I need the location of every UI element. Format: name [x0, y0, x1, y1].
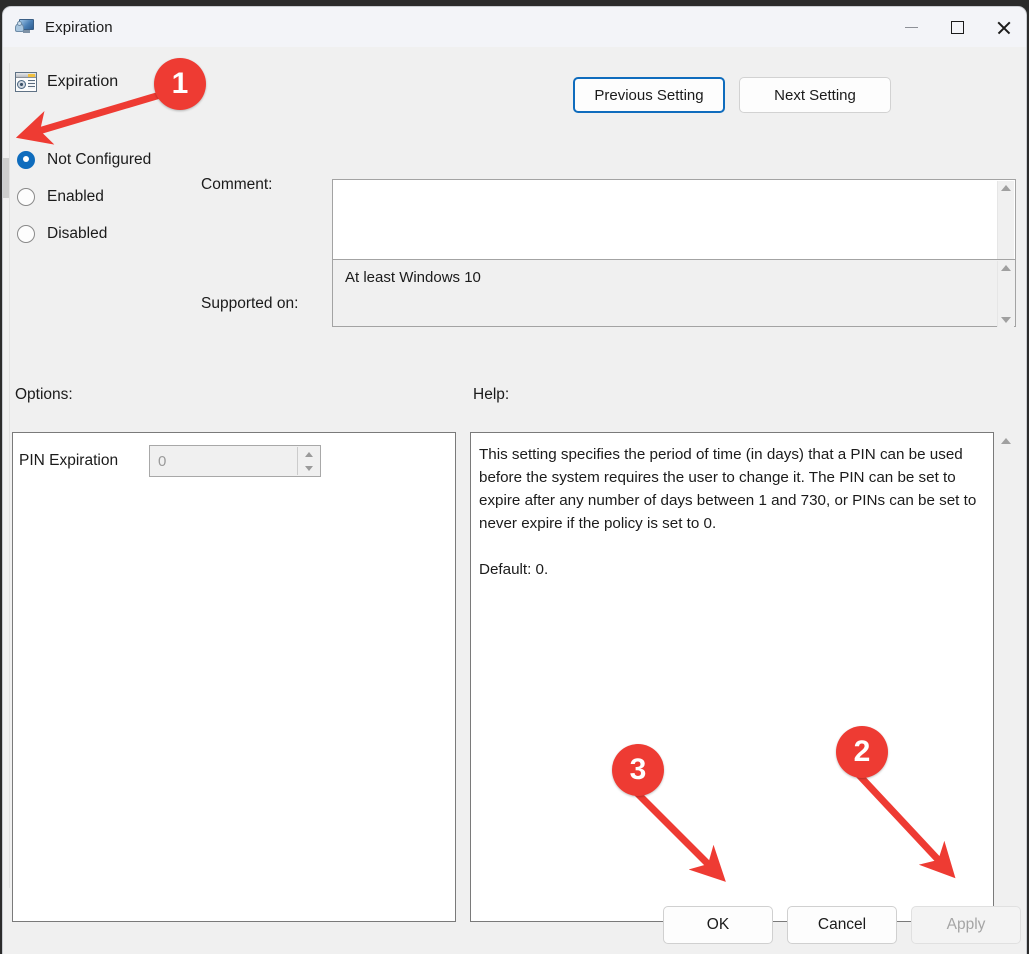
left-scrollbar-thumb[interactable] — [3, 158, 9, 198]
options-label: Options: — [15, 386, 73, 403]
window-title: Expiration — [45, 18, 113, 36]
cancel-button[interactable]: Cancel — [787, 906, 897, 944]
scroll-up-icon[interactable] — [1001, 185, 1011, 191]
radio-disabled-label: Disabled — [47, 224, 108, 242]
annotation-marker-3: 3 — [612, 744, 664, 796]
maximize-icon — [950, 20, 964, 34]
title-bar[interactable]: Expiration — [3, 7, 1026, 47]
scroll-down-icon[interactable] — [1001, 317, 1011, 323]
help-panel: This setting specifies the period of tim… — [470, 432, 994, 922]
radio-disabled-mark — [17, 224, 35, 243]
minimize-button[interactable] — [888, 7, 934, 47]
stepper-up-icon[interactable] — [304, 451, 313, 457]
stepper-down-icon[interactable] — [304, 465, 313, 471]
setting-navigation: Previous Setting Next Setting — [573, 77, 891, 113]
help-text: This setting specifies the period of tim… — [479, 446, 977, 579]
close-icon — [996, 20, 1011, 35]
supported-on-scrollbar[interactable] — [997, 261, 1014, 327]
apply-button[interactable]: Apply — [911, 906, 1021, 944]
minimize-icon — [904, 26, 918, 28]
pin-expiration-label: PIN Expiration — [19, 452, 119, 469]
ok-button[interactable]: OK — [663, 906, 773, 944]
supported-on-label: Supported on: — [201, 295, 299, 312]
dialog-client-area: Expiration Previous Setting Next Setting… — [3, 47, 1026, 953]
screen: Expiration Expiration Previous Setting N… — [0, 0, 1029, 954]
radio-enabled-mark — [17, 187, 35, 206]
radio-enabled-label: Enabled — [47, 187, 104, 205]
left-scrollbar[interactable] — [3, 63, 10, 888]
computer-user-icon — [15, 17, 35, 37]
pin-expiration-row: PIN Expiration 0 — [19, 445, 321, 477]
scroll-up-icon[interactable] — [1001, 265, 1011, 271]
next-setting-button[interactable]: Next Setting — [739, 77, 891, 113]
pin-expiration-stepper[interactable]: 0 — [149, 445, 321, 477]
policy-setting-icon — [15, 71, 37, 93]
supported-on-value: At least Windows 10 — [345, 269, 481, 286]
maximize-button[interactable] — [934, 7, 980, 47]
policy-header: Expiration — [15, 71, 118, 93]
comment-label: Comment: — [201, 176, 273, 193]
previous-setting-button[interactable]: Previous Setting — [573, 77, 725, 113]
pin-expiration-value: 0 — [158, 452, 167, 470]
scroll-up-icon[interactable] — [1001, 438, 1011, 444]
help-scrollbar[interactable] — [995, 432, 1017, 922]
supported-on-textarea[interactable]: At least Windows 10 — [332, 259, 1016, 327]
policy-name: Expiration — [47, 73, 119, 90]
pin-expiration-stepper-buttons[interactable] — [297, 447, 319, 475]
help-label: Help: — [473, 386, 510, 403]
annotation-marker-1: 1 — [154, 58, 206, 110]
close-button[interactable] — [980, 7, 1026, 47]
radio-not-configured-label: Not Configured — [47, 150, 152, 168]
expiration-dialog-window: Expiration Expiration Previous Setting N… — [2, 6, 1027, 954]
window-controls — [888, 7, 1026, 47]
options-panel: PIN Expiration 0 — [12, 432, 456, 922]
radio-disabled[interactable]: Disabled — [17, 215, 207, 252]
radio-enabled[interactable]: Enabled — [17, 178, 207, 215]
annotation-marker-2: 2 — [836, 726, 888, 778]
policy-state-radio-group: Not Configured Enabled Disabled — [17, 141, 207, 252]
radio-not-configured[interactable]: Not Configured — [17, 141, 207, 178]
radio-not-configured-mark — [17, 150, 35, 169]
dialog-footer-buttons: OK Cancel Apply — [663, 906, 1021, 944]
